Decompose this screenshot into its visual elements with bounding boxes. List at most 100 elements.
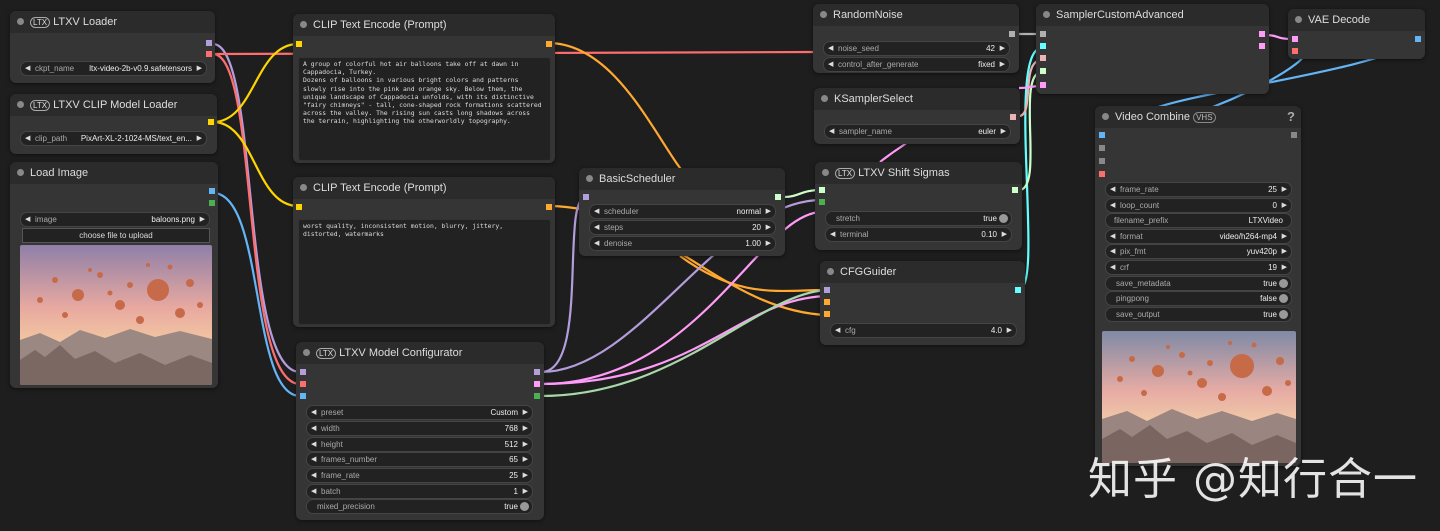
node-title[interactable]: Load Image bbox=[10, 162, 218, 184]
video-combine-widget-crf[interactable]: ◀ crf 19 ▶ bbox=[1105, 260, 1292, 275]
chevron-left-icon[interactable]: ◀ bbox=[594, 221, 599, 234]
video-combine-widget-format[interactable]: ◀ format video/h264-mp4 ▶ bbox=[1105, 228, 1292, 244]
basic-scheduler-node[interactable]: BasicScheduler ◀ scheduler normal ▶ ◀ steps 20… bbox=[579, 168, 785, 256]
scheduler-widget-scheduler[interactable]: ◀ scheduler normal ▶ bbox=[589, 204, 776, 219]
chevron-left-icon[interactable]: ◀ bbox=[1110, 183, 1115, 196]
chevron-left-icon[interactable]: ◀ bbox=[830, 228, 835, 241]
latent-input-slot[interactable] bbox=[1040, 82, 1046, 88]
mask-output-slot[interactable] bbox=[209, 200, 215, 206]
image-output-slot[interactable] bbox=[209, 188, 215, 194]
chevron-right-icon[interactable]: ▶ bbox=[766, 237, 771, 250]
configurator-widget-preset[interactable]: ◀ preset Custom ▶ bbox=[306, 405, 533, 420]
clip-text-encode-positive-node[interactable]: CLIP Text Encode (Prompt) A group of col… bbox=[293, 14, 555, 163]
output-slot[interactable] bbox=[1259, 31, 1265, 37]
node-title[interactable]: LTX LTXV Loader bbox=[10, 11, 215, 33]
ltxv-model-configurator-node[interactable]: LTX LTXV Model Configurator mixed_precisi… bbox=[296, 342, 544, 520]
random-noise-node[interactable]: RandomNoise ◀ noise_seed 42 ▶ ◀ control_after… bbox=[813, 4, 1019, 73]
configurator-widget-width[interactable]: ◀ width 768 ▶ bbox=[306, 420, 533, 436]
chevron-left-icon[interactable]: ◀ bbox=[25, 62, 30, 75]
chevron-right-icon[interactable]: ▶ bbox=[1282, 183, 1287, 196]
chevron-left-icon[interactable]: ◀ bbox=[829, 125, 834, 138]
model-output-slot[interactable] bbox=[206, 40, 212, 46]
chevron-right-icon[interactable]: ▶ bbox=[1282, 261, 1287, 274]
sigmas-input-slot[interactable] bbox=[1040, 68, 1046, 74]
node-title[interactable]: CLIP Text Encode (Prompt) bbox=[293, 14, 555, 36]
ltxv-loader-node[interactable]: LTX LTXV Loader ◀ ckpt_name ltx-video-2b-… bbox=[10, 11, 215, 83]
chevron-left-icon[interactable]: ◀ bbox=[1110, 230, 1115, 243]
chevron-left-icon[interactable]: ◀ bbox=[828, 58, 833, 71]
ltxv-clip-loader-node[interactable]: LTX LTXV CLIP Model Loader ◀ clip_path Pi… bbox=[10, 94, 217, 154]
vae-input-slot[interactable] bbox=[300, 381, 306, 387]
positive-input-slot[interactable] bbox=[824, 299, 830, 305]
clip-output-slot[interactable] bbox=[208, 119, 214, 125]
image-output-slot[interactable] bbox=[1415, 36, 1421, 42]
latent-output-slot[interactable] bbox=[534, 381, 540, 387]
model-output-slot[interactable] bbox=[534, 369, 540, 375]
chevron-left-icon[interactable]: ◀ bbox=[1110, 261, 1115, 274]
prompt-textarea[interactable]: A group of colorful hot air balloons tak… bbox=[298, 57, 551, 161]
toggle-knob[interactable] bbox=[1279, 294, 1288, 304]
toggle-knob[interactable] bbox=[1279, 278, 1288, 288]
chevron-left-icon[interactable]: ◀ bbox=[25, 213, 30, 226]
node-title[interactable]: CLIP Text Encode (Prompt) bbox=[293, 177, 555, 199]
chevron-right-icon[interactable]: ▶ bbox=[1001, 125, 1006, 138]
toggle-knob[interactable] bbox=[520, 502, 529, 511]
chevron-left-icon[interactable]: ◀ bbox=[311, 438, 316, 451]
chevron-left-icon[interactable]: ◀ bbox=[594, 205, 599, 218]
image-combo[interactable]: ◀ image baloons.png ▶ bbox=[20, 212, 210, 227]
vae-decode-node[interactable]: VAE Decode bbox=[1288, 9, 1425, 59]
cfg-guider-node[interactable]: CFGGuider ◀ cfg 4.0 ▶ bbox=[820, 261, 1025, 345]
chevron-left-icon[interactable]: ◀ bbox=[1110, 245, 1115, 258]
upload-button[interactable]: choose file to upload bbox=[22, 228, 210, 243]
sigmas-input-slot[interactable] bbox=[819, 187, 825, 193]
configurator-widget-frame-rate[interactable]: ◀ frame_rate 25 ▶ bbox=[306, 468, 533, 484]
chevron-right-icon[interactable]: ▶ bbox=[197, 62, 202, 75]
prompt-textarea[interactable]: worst quality, inconsistent motion, blur… bbox=[298, 219, 551, 325]
denoised-output-slot[interactable] bbox=[1259, 43, 1265, 49]
samples-input-slot[interactable] bbox=[1292, 36, 1298, 42]
node-title[interactable]: LTX LTXV Model Configurator bbox=[296, 342, 544, 364]
toggle-knob[interactable] bbox=[999, 214, 1008, 223]
guider-output-slot[interactable] bbox=[1015, 287, 1021, 293]
chevron-right-icon[interactable]: ▶ bbox=[1282, 245, 1287, 258]
noise-output-slot[interactable] bbox=[1009, 31, 1015, 37]
ltxv-shift-sigmas-node[interactable]: LTX LTXV Shift Sigmas stretch true ◀ term… bbox=[815, 162, 1022, 250]
chevron-right-icon[interactable]: ▶ bbox=[766, 205, 771, 218]
chevron-left-icon[interactable]: ◀ bbox=[311, 406, 316, 419]
ksampler-select-node[interactable]: KSamplerSelect ◀ sampler_name euler ▶ bbox=[814, 88, 1020, 144]
clip-path-combo[interactable]: ◀ clip_path PixArt-XL-2-1024-MS/text_en.… bbox=[20, 131, 207, 146]
meta-batch-input-slot[interactable] bbox=[1099, 158, 1105, 164]
chevron-right-icon[interactable]: ▶ bbox=[1282, 199, 1287, 212]
node-title[interactable]: CFGGuider bbox=[820, 261, 1025, 283]
ckpt-name-combo[interactable]: ◀ ckpt_name ltx-video-2b-v0.9.safetensor… bbox=[20, 61, 207, 76]
sigma-shift-output-slot[interactable] bbox=[534, 393, 540, 399]
chevron-left-icon[interactable]: ◀ bbox=[594, 237, 599, 250]
conditioning-output-slot[interactable] bbox=[546, 41, 552, 47]
configurator-widget-frames-number[interactable]: ◀ frames_number 65 ▶ bbox=[306, 452, 533, 468]
node-title[interactable]: SamplerCustomAdvanced bbox=[1036, 4, 1269, 26]
images-input-slot[interactable] bbox=[1099, 132, 1105, 138]
chevron-left-icon[interactable]: ◀ bbox=[828, 42, 833, 55]
load-image-node[interactable]: Load Image ◀ image baloons.png ▶ choose … bbox=[10, 162, 218, 388]
chevron-left-icon[interactable]: ◀ bbox=[835, 324, 840, 337]
chevron-right-icon[interactable]: ▶ bbox=[523, 422, 528, 435]
sampler-name-combo[interactable]: ◀ sampler_name euler ▶ bbox=[824, 124, 1011, 139]
node-title[interactable]: RandomNoise bbox=[813, 4, 1019, 26]
sampler-output-slot[interactable] bbox=[1010, 114, 1016, 120]
sigma-shift-input-slot[interactable] bbox=[819, 199, 825, 205]
chevron-right-icon[interactable]: ▶ bbox=[523, 485, 528, 498]
clip-input-slot[interactable] bbox=[296, 41, 302, 47]
chevron-right-icon[interactable]: ▶ bbox=[766, 221, 771, 234]
chevron-left-icon[interactable]: ◀ bbox=[311, 485, 316, 498]
scheduler-widget-steps[interactable]: ◀ steps 20 ▶ bbox=[589, 220, 776, 235]
filenames-output-slot[interactable] bbox=[1291, 132, 1297, 138]
guider-input-slot[interactable] bbox=[1040, 43, 1046, 49]
terminal-number[interactable]: ◀ terminal 0.10 ▶ bbox=[825, 227, 1012, 242]
noise-input-slot[interactable] bbox=[1040, 31, 1046, 37]
toggle-knob[interactable] bbox=[1279, 309, 1288, 319]
node-title[interactable]: VAE Decode bbox=[1288, 9, 1425, 31]
node-title[interactable]: BasicScheduler bbox=[579, 168, 785, 190]
chevron-left-icon[interactable]: ◀ bbox=[311, 469, 316, 482]
clip-output-slot[interactable] bbox=[206, 51, 212, 57]
video-combine-node[interactable]: Video Combine VHS? ◀ frame_rate 25 ▶ ◀ loop_c… bbox=[1095, 106, 1301, 466]
